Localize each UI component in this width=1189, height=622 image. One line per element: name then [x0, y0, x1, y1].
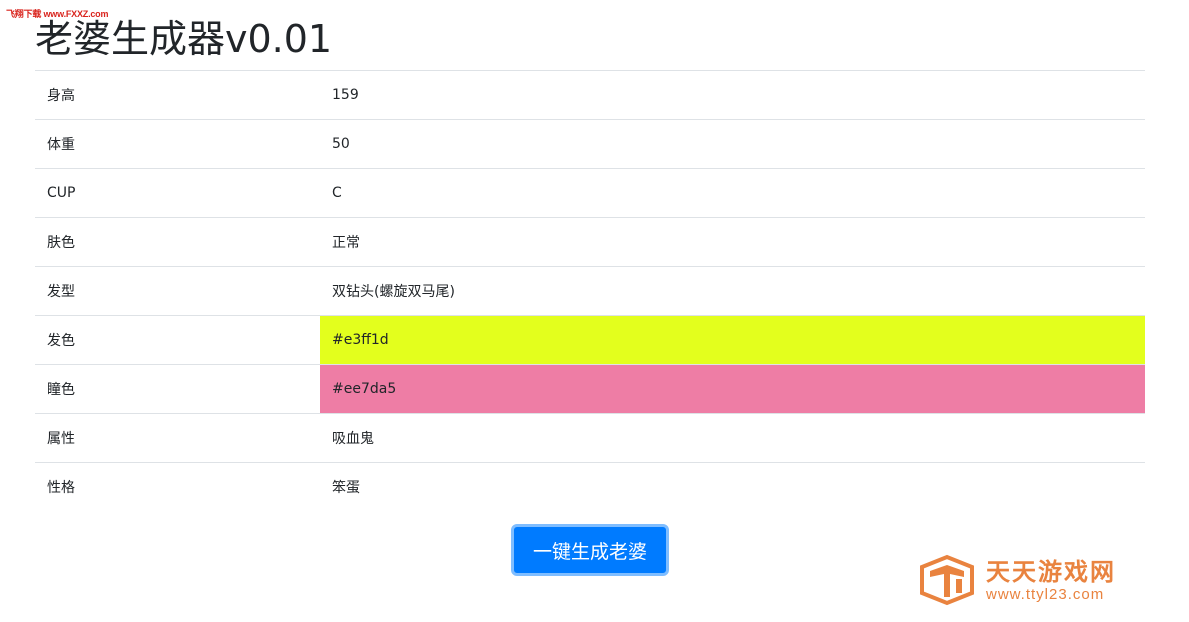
table-row: 瞳色 #ee7da5	[35, 364, 1145, 414]
row-label: 瞳色	[35, 364, 320, 414]
row-value: 双钻头(螺旋双马尾)	[320, 266, 1145, 316]
table-row: 肤色 正常	[35, 217, 1145, 267]
row-label: 发色	[35, 315, 320, 365]
site-logo-text: 天天游戏网 www.ttyl23.com	[986, 557, 1116, 603]
row-value: 50	[320, 119, 1145, 169]
table-row: 发型 双钻头(螺旋双马尾)	[35, 266, 1145, 316]
row-label: 身高	[35, 70, 320, 120]
table-row: 发色 #e3ff1d	[35, 315, 1145, 365]
table-row: 性格 笨蛋	[35, 462, 1145, 511]
site-logo: 天天游戏网 www.ttyl23.com	[916, 553, 1116, 607]
row-label: 性格	[35, 462, 320, 511]
site-name: 天天游戏网	[986, 558, 1116, 586]
page-title: 老婆生成器v0.01	[35, 17, 333, 61]
generate-wife-button[interactable]: 一键生成老婆	[511, 524, 669, 576]
row-value: 笨蛋	[320, 462, 1145, 511]
site-url: www.ttyl23.com	[986, 586, 1105, 603]
table-row: 体重 50	[35, 119, 1145, 169]
row-value: 正常	[320, 217, 1145, 267]
row-value: C	[320, 168, 1145, 218]
row-label: 属性	[35, 413, 320, 463]
attributes-table: 身高 159 体重 50 CUP C 肤色 正常 发型 双钻头(螺旋双马尾) 发色 #e3ff1d 瞳色…	[35, 70, 1145, 511]
table-row: CUP C	[35, 168, 1145, 218]
tt-logo-icon	[920, 554, 974, 606]
table-row: 身高 159	[35, 70, 1145, 120]
row-value: #e3ff1d	[320, 315, 1145, 365]
row-label: CUP	[35, 168, 320, 218]
row-label: 肤色	[35, 217, 320, 267]
row-label: 发型	[35, 266, 320, 316]
row-value: 吸血鬼	[320, 413, 1145, 463]
row-label: 体重	[35, 119, 320, 169]
table-row: 属性 吸血鬼	[35, 413, 1145, 463]
page: 飞翔下载 www.FXXZ.com 老婆生成器v0.01 身高 159 体重 50 CU…	[0, 0, 1189, 622]
row-value: #ee7da5	[320, 364, 1145, 414]
row-value: 159	[320, 70, 1145, 120]
